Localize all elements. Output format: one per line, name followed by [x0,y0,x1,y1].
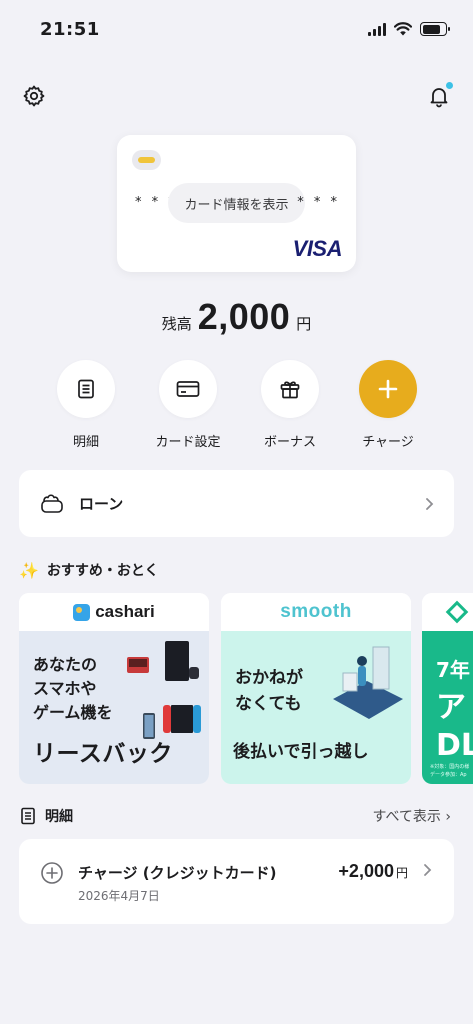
card-settings-action[interactable]: カード設定 [133,360,243,450]
card-settings-label: カード設定 [155,435,221,450]
moving-illustration [333,646,403,719]
see-all-label: すべて表示 [372,809,441,825]
history-item-date: 2026年4月7日 [78,889,160,903]
third-banner-note: ※対象：国内の様 データ参加：Ap [430,764,470,778]
card-icon [176,381,200,397]
smooth-banner-body: おかねが なくても 後払いで引っ越し [221,631,411,784]
notifications-button[interactable] [424,81,454,111]
status-icons [368,22,450,36]
smooth-logo: smooth [280,601,352,622]
balance-amount: 2,000 [197,296,291,337]
cashari-banner[interactable]: cashari あなたの スマホや ゲーム機を リースバック [19,593,209,784]
history-title: 明細 [45,809,73,825]
bonus-action[interactable]: ボーナス [235,360,345,450]
balance: 残高 2,000 円 [0,296,473,338]
smooth-banner[interactable]: smooth おかねが なくても 後払いで引っ越し [221,593,411,784]
history-amount-unit: 円 [395,866,408,880]
cashari-banner-body: あなたの スマホや ゲーム機を リースバック [19,631,209,784]
recommend-carousel[interactable]: cashari あなたの スマホや ゲーム機を リースバック smooth おか… [19,593,473,784]
cashari-logo-icon [73,603,91,621]
history-item-amount: +2,000 円 [338,861,408,882]
balance-label: 残高 [161,315,192,333]
cashari-headline: リースバック [33,741,173,767]
recommend-section-title: ✨ おすすめ・おとく [19,560,159,580]
bonus-label: ボーナス [263,435,316,450]
cashari-copy: あなたの スマホや ゲーム機を [33,653,113,725]
bonus-button[interactable] [261,360,319,418]
notification-badge [446,82,453,89]
smooth-header: smooth [221,593,411,631]
third-banner-line-1: 7年 [436,658,470,682]
wallet-icon [41,493,63,513]
history-item-title: チャージ (クレジットカード) [78,864,277,882]
gift-icon [280,381,300,399]
history-section-title: 明細 [19,806,73,826]
sparkle-icon: ✨ [19,560,39,580]
third-banner-body: 7年 ア DL ※対象：国内の様 データ参加：Ap [422,631,473,784]
document-icon [21,807,35,825]
document-icon [78,379,94,399]
status-bar: 21:51 [0,0,473,54]
visa-logo: VISA [292,236,343,261]
signal-icon [368,22,386,36]
card-chip-icon [132,150,161,170]
devices-illustration [127,641,201,739]
loan-label: ローン [79,495,124,513]
charge-button[interactable] [359,360,417,418]
smooth-copy-line-1: おかねが [235,668,303,688]
cashari-copy-line-3: ゲーム機を [33,703,113,722]
wifi-icon [394,22,412,36]
third-banner-header [422,593,473,631]
plus-icon [378,379,398,399]
settings-button[interactable] [19,81,49,111]
smooth-copy-line-2: なくても [235,694,302,714]
recommend-title: おすすめ・おとく [46,563,159,579]
gear-icon [23,85,45,107]
diamond-logo-icon [445,600,469,624]
cashari-copy-line-1: あなたの [33,655,98,674]
statement-action[interactable]: 明細 [31,360,141,450]
history-item[interactable]: チャージ (クレジットカード) 2026年4月7日 +2,000 円 [19,839,454,924]
plus-circle-icon [41,862,63,884]
third-banner-line-3: DL [436,728,473,763]
statement-button[interactable] [57,360,115,418]
charge-action[interactable]: チャージ [333,360,443,450]
smooth-headline: 後払いで引っ越し [233,742,369,762]
card-number-mask-right: * * * [297,195,340,210]
third-banner[interactable]: 7年 ア DL ※対象：国内の様 データ参加：Ap [422,593,473,784]
cashari-logo: cashari [73,602,155,622]
third-banner-copy: 7年 ア DL [436,651,473,765]
show-card-info-button[interactable]: カード情報を表示 [168,183,305,223]
third-banner-line-2: ア [436,690,466,725]
smooth-copy: おかねが なくても [235,665,303,717]
cashari-header: cashari [19,593,209,631]
cashari-copy-line-2: スマホや [33,679,97,698]
quick-actions: 明細 カード設定 ボーナス チャージ [0,360,473,456]
history-amount-value: +2,000 [338,861,394,881]
cashari-brand: cashari [95,602,155,621]
statement-label: 明細 [72,435,99,450]
chevron-right-icon: › [445,809,451,825]
prepaid-card[interactable]: * * * カード情報を表示 * * * VISA [117,135,356,272]
chevron-right-icon [426,497,434,510]
card-settings-button[interactable] [159,360,217,418]
chevron-right-icon [424,864,432,876]
balance-unit: 円 [296,315,312,333]
see-all-link[interactable]: すべて表示 › [372,806,451,826]
loan-row[interactable]: ローン [19,470,454,537]
status-time: 21:51 [40,19,100,40]
charge-label: チャージ [362,435,414,450]
battery-icon [420,22,450,36]
